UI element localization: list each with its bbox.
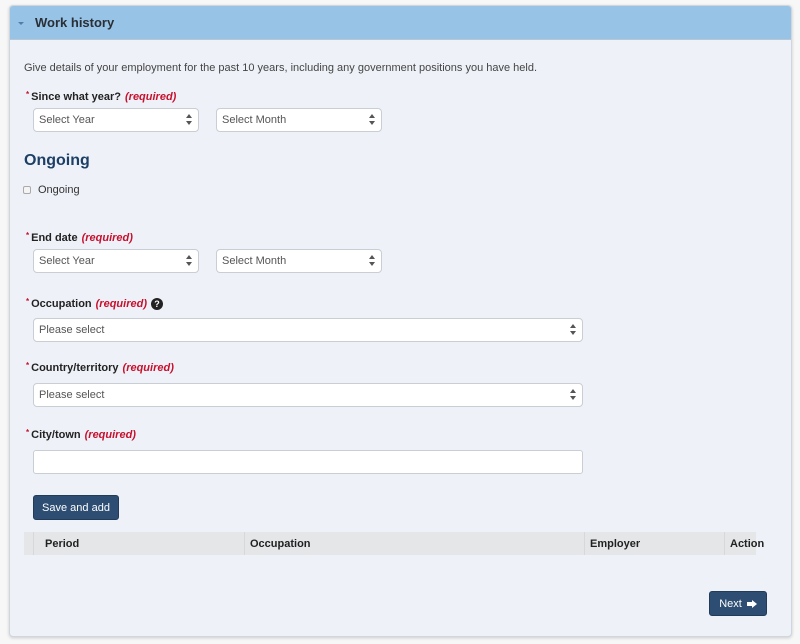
since-month-value: Select Month — [222, 114, 287, 126]
since-month-select[interactable]: Select Month — [216, 108, 382, 132]
panel-title: Work history — [35, 15, 115, 30]
city-label: * City/town (required) — [26, 427, 136, 442]
required-asterisk: * — [26, 89, 30, 99]
intro-text: Give details of your employment for the … — [24, 62, 538, 74]
required-tag: (required) — [95, 298, 147, 310]
table-gutter — [24, 532, 33, 555]
end-date-label-text: End date — [31, 232, 78, 244]
occupation-label-text: Occupation — [31, 298, 92, 310]
ongoing-checkbox-row[interactable]: Ongoing — [23, 184, 80, 196]
required-tag: (required) — [125, 91, 177, 103]
column-header-period: Period — [33, 532, 244, 555]
end-month-select[interactable]: Select Month — [216, 249, 382, 273]
ongoing-heading: Ongoing — [24, 152, 90, 169]
city-label-text: City/town — [31, 429, 81, 441]
since-label-text: Since what year? — [31, 91, 121, 103]
next-button-label: Next — [719, 597, 742, 610]
required-asterisk: * — [26, 230, 30, 240]
required-asterisk: * — [26, 360, 30, 370]
collapse-caret-icon[interactable] — [18, 21, 24, 25]
required-asterisk: * — [26, 427, 30, 437]
occupation-label: * Occupation (required) ? — [26, 296, 163, 310]
arrow-right-icon — [746, 599, 757, 608]
column-header-employer: Employer — [584, 532, 724, 555]
select-arrows-icon — [186, 255, 192, 267]
since-year-value: Select Year — [39, 114, 95, 126]
country-label-text: Country/territory — [31, 362, 119, 374]
column-header-action: Action — [724, 532, 764, 555]
column-header-occupation: Occupation — [244, 532, 584, 555]
select-arrows-icon — [570, 324, 576, 336]
panel-header[interactable]: Work history — [10, 6, 791, 40]
country-value: Please select — [39, 389, 105, 401]
question-circle-icon[interactable]: ? — [150, 298, 163, 310]
select-arrows-icon — [186, 114, 192, 126]
ongoing-checkbox[interactable] — [23, 186, 31, 194]
next-button[interactable]: Next — [709, 591, 767, 616]
occupation-select[interactable]: Please select — [33, 318, 583, 342]
end-year-select[interactable]: Select Year — [33, 249, 199, 273]
since-label: * Since what year? (required) — [26, 89, 177, 104]
required-tag: (required) — [122, 362, 174, 374]
required-tag: (required) — [84, 429, 136, 441]
required-asterisk: * — [26, 296, 30, 306]
ongoing-checkbox-label[interactable]: Ongoing — [38, 184, 80, 196]
end-year-value: Select Year — [39, 255, 95, 267]
occupation-value: Please select — [39, 324, 105, 336]
country-label: * Country/territory (required) — [26, 360, 174, 375]
country-select[interactable]: Please select — [33, 383, 583, 407]
end-month-value: Select Month — [222, 255, 287, 267]
select-arrows-icon — [369, 255, 375, 267]
end-date-label: * End date (required) — [26, 230, 133, 245]
save-and-add-button[interactable]: Save and add — [33, 495, 119, 520]
work-history-table-header: Period Occupation Employer Action — [24, 532, 764, 555]
since-year-select[interactable]: Select Year — [33, 108, 199, 132]
select-arrows-icon — [369, 114, 375, 126]
city-input[interactable] — [33, 450, 583, 474]
required-tag: (required) — [81, 232, 133, 244]
select-arrows-icon — [570, 389, 576, 401]
